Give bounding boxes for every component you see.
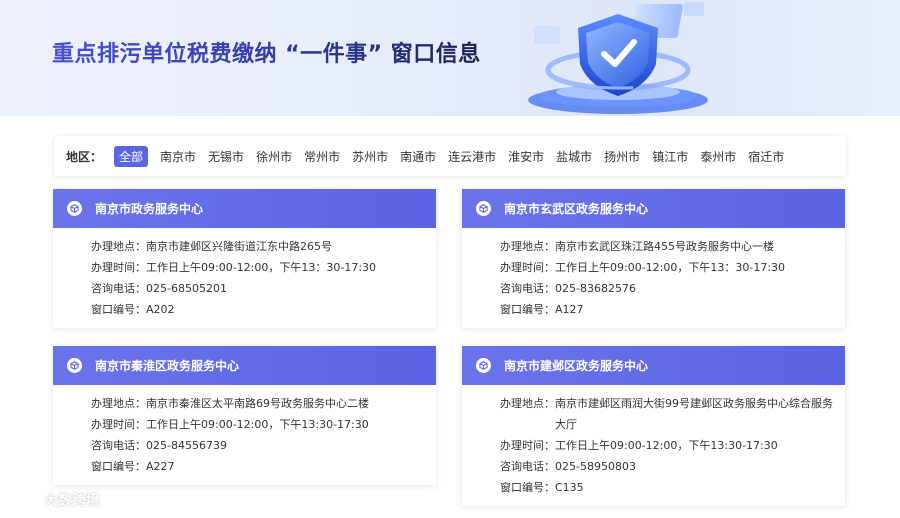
phone-value: 025-84556739 bbox=[146, 439, 227, 452]
phone-label: 咨询电话： bbox=[91, 282, 146, 295]
region-tab-yancheng[interactable]: 盐城市 bbox=[556, 148, 592, 165]
cube-icon bbox=[476, 201, 491, 216]
hours-value: 工作日上午09:00-12:00，下午13:30-17:30 bbox=[146, 418, 369, 431]
cube-icon bbox=[67, 201, 82, 216]
address-label: 办理地点： bbox=[91, 240, 146, 253]
card-title: 南京市秦淮区政务服务中心 bbox=[95, 359, 240, 373]
region-tab-yangzhou[interactable]: 扬州市 bbox=[604, 148, 640, 165]
card-title: 南京市建邺区政务服务中心 bbox=[504, 359, 649, 373]
window-value: A202 bbox=[146, 303, 175, 316]
region-tab-suqian[interactable]: 宿迁市 bbox=[748, 148, 784, 165]
window-label: 窗口编号： bbox=[500, 481, 555, 494]
window-label: 窗口编号： bbox=[91, 303, 146, 316]
card-header: 南京市政务服务中心 bbox=[53, 189, 436, 228]
region-tab-all[interactable]: 全部 bbox=[114, 145, 149, 167]
brand-logo-icon bbox=[10, 490, 38, 510]
window-value: A227 bbox=[146, 460, 175, 473]
page-banner: 重点排污单位税费缴纳 “一件事” 窗口信息 bbox=[0, 0, 900, 116]
phone-value: 025-68505201 bbox=[146, 282, 227, 295]
watermark: 大数跨境 bbox=[8, 489, 100, 511]
card-title: 南京市玄武区政务服务中心 bbox=[504, 202, 649, 216]
watermark-text: 大数跨境 bbox=[44, 493, 100, 509]
hours-value: 工作日上午09:00-12:00，下午13：30-17:30 bbox=[555, 261, 786, 274]
region-tab-wuxi[interactable]: 无锡市 bbox=[208, 148, 244, 165]
address-label: 办理地点： bbox=[500, 397, 555, 410]
address-value: 南京市秦淮区太平南路69号政务服务中心二楼 bbox=[146, 397, 369, 410]
region-tab-nantong[interactable]: 南通市 bbox=[400, 148, 436, 165]
service-center-card: 南京市玄武区政务服务中心 办理地点： 南京市玄武区珠江路455号政务服务中心一楼 … bbox=[462, 189, 845, 328]
phone-label: 咨询电话： bbox=[500, 460, 555, 473]
address-label: 办理地点： bbox=[91, 397, 146, 410]
hours-label: 办理时间： bbox=[500, 261, 555, 274]
region-tab-taizhou[interactable]: 泰州市 bbox=[700, 148, 736, 165]
hours-value: 工作日上午09:00-12:00，下午13:30-17:30 bbox=[555, 439, 778, 452]
window-label: 窗口编号： bbox=[91, 460, 146, 473]
phone-value: 025-83682576 bbox=[555, 282, 636, 295]
hours-label: 办理时间： bbox=[91, 418, 146, 431]
card-title: 南京市政务服务中心 bbox=[95, 202, 204, 216]
service-center-card: 南京市建邺区政务服务中心 办理地点： 南京市建邺区雨润大街99号建邺区政务服务中心… bbox=[462, 346, 845, 506]
region-tab-lianyungang[interactable]: 连云港市 bbox=[448, 148, 496, 165]
phone-value: 025-58950803 bbox=[555, 460, 636, 473]
address-label: 办理地点： bbox=[500, 240, 555, 253]
shield-illustration bbox=[528, 2, 708, 114]
card-header: 南京市建邺区政务服务中心 bbox=[462, 346, 845, 385]
card-header: 南京市玄武区政务服务中心 bbox=[462, 189, 845, 228]
card-header: 南京市秦淮区政务服务中心 bbox=[53, 346, 436, 385]
region-tab-suzhou[interactable]: 苏州市 bbox=[352, 148, 388, 165]
phone-label: 咨询电话： bbox=[500, 282, 555, 295]
region-filter-bar: 地区： 全部 南京市 无锡市 徐州市 常州市 苏州市 南通市 连云港市 淮安市 … bbox=[54, 136, 846, 176]
service-center-card: 南京市秦淮区政务服务中心 办理地点： 南京市秦淮区太平南路69号政务服务中心二楼 … bbox=[53, 346, 436, 485]
page-title: 重点排污单位税费缴纳 “一件事” 窗口信息 bbox=[52, 36, 481, 68]
cube-icon bbox=[67, 358, 82, 373]
hours-label: 办理时间： bbox=[500, 439, 555, 452]
region-tab-nanjing[interactable]: 南京市 bbox=[160, 148, 196, 165]
address-value: 南京市玄武区珠江路455号政务服务中心一楼 bbox=[555, 240, 774, 253]
hours-label: 办理时间： bbox=[91, 261, 146, 274]
region-tab-xuzhou[interactable]: 徐州市 bbox=[256, 148, 292, 165]
region-filter-label: 地区： bbox=[66, 149, 103, 164]
region-tab-zhenjiang[interactable]: 镇江市 bbox=[652, 148, 688, 165]
address-value: 南京市建邺区雨润大街99号建邺区政务服务中心综合服务大厅 bbox=[555, 397, 833, 431]
region-tab-changzhou[interactable]: 常州市 bbox=[304, 148, 340, 165]
address-value: 南京市建邺区兴隆街道江东中路265号 bbox=[146, 240, 332, 253]
window-label: 窗口编号： bbox=[500, 303, 555, 316]
region-tab-huaian[interactable]: 淮安市 bbox=[508, 148, 544, 165]
hours-value: 工作日上午09:00-12:00，下午13：30-17:30 bbox=[146, 261, 377, 274]
phone-label: 咨询电话： bbox=[91, 439, 146, 452]
window-value: A127 bbox=[555, 303, 584, 316]
window-value: C135 bbox=[555, 481, 584, 494]
service-center-card: 南京市政务服务中心 办理地点： 南京市建邺区兴隆街道江东中路265号 办理时间：工… bbox=[53, 189, 436, 328]
cube-icon bbox=[476, 358, 491, 373]
